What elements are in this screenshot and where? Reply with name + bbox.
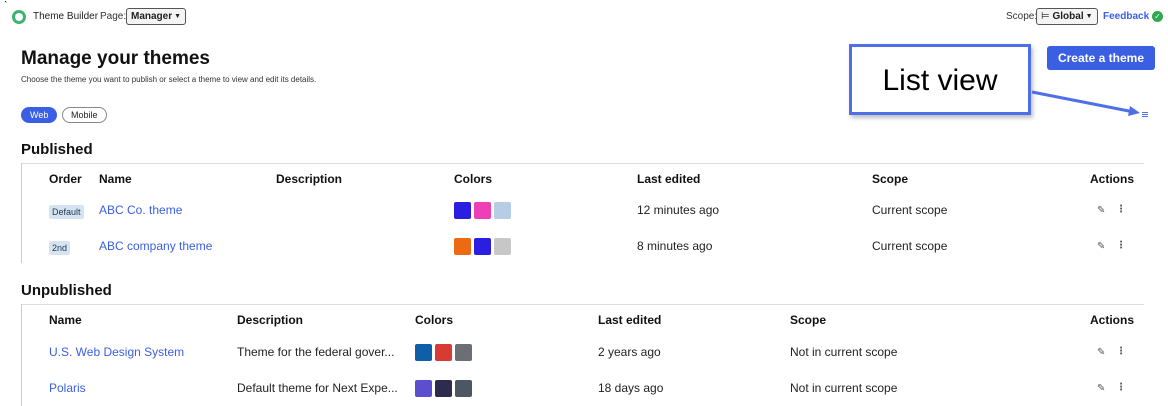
page-subtitle: Choose the theme you want to publish or … <box>21 75 317 84</box>
page-title: Manage your themes <box>21 48 210 69</box>
list-view-callout: List view <box>849 44 1031 115</box>
color-swatch <box>494 238 511 255</box>
last-edited: 2 years ago <box>598 345 661 359</box>
app-title: Theme Builder <box>33 11 99 22</box>
col-scope: Scope <box>872 172 909 186</box>
list-view-icon[interactable] <box>1142 112 1148 118</box>
published-title: Published <box>21 141 93 158</box>
order-badge: Default <box>49 205 84 219</box>
unpublished-table <box>21 304 1144 406</box>
col-order: Order <box>49 172 82 186</box>
more-options-icon[interactable]: ⋮ <box>1116 382 1126 393</box>
theme-name-link[interactable]: U.S. Web Design System <box>49 345 184 359</box>
col-actions: Actions <box>1090 172 1135 186</box>
page-select-value: Manager <box>131 11 173 22</box>
col-last-edited: Last edited <box>598 313 662 327</box>
page-select[interactable]: Manager ▼ <box>126 8 187 25</box>
app-logo-icon <box>12 10 26 24</box>
order-badge: 2nd <box>49 241 71 255</box>
scope-select-value: Global <box>1052 11 1084 22</box>
hierarchy-icon: ⊨ <box>1041 11 1053 22</box>
color-swatch <box>494 202 511 219</box>
unpublished-title: Unpublished <box>21 282 112 299</box>
tab-mobile[interactable]: Mobile <box>62 107 107 123</box>
last-edited: 12 minutes ago <box>637 203 720 217</box>
theme-description: Default theme for Next Expe... <box>237 381 398 395</box>
theme-description: Theme for the federal gover... <box>237 345 395 359</box>
theme-name-link[interactable]: Polaris <box>49 381 86 395</box>
top-bar: ˋ Theme Builder Page: Manager ▼ Scope: ⊨ … <box>0 0 1168 32</box>
feedback-link[interactable]: Feedback <box>1103 11 1149 22</box>
scope-value: Current scope <box>872 239 948 253</box>
col-description: Description <box>237 313 304 327</box>
edit-pencil-icon[interactable]: ✎ <box>1097 205 1105 216</box>
more-options-icon[interactable]: ⋮ <box>1116 204 1126 215</box>
col-scope: Scope <box>790 313 827 327</box>
color-swatch <box>474 202 491 219</box>
color-swatch <box>435 380 452 397</box>
color-swatch <box>415 380 432 397</box>
caret-down-icon: ▼ <box>174 13 182 20</box>
scope-select[interactable]: ⊨ Global ▼ <box>1036 8 1098 25</box>
caret-down-icon: ▼ <box>1085 13 1093 20</box>
col-colors: Colors <box>415 313 454 327</box>
more-options-icon[interactable]: ⋮ <box>1116 346 1126 357</box>
col-last-edited: Last edited <box>637 172 701 186</box>
scope-value: Not in current scope <box>790 381 898 395</box>
col-colors: Colors <box>454 172 493 186</box>
edit-pencil-icon[interactable]: ✎ <box>1097 347 1105 358</box>
scope-value: Current scope <box>872 203 948 217</box>
callout-text: List view <box>882 64 998 97</box>
color-swatch <box>455 344 472 361</box>
corner-mark: ˋ <box>4 0 8 12</box>
edit-pencil-icon[interactable]: ✎ <box>1097 383 1105 394</box>
theme-name-link[interactable]: ABC Co. theme <box>99 203 182 217</box>
col-name: Name <box>99 172 132 186</box>
tab-web[interactable]: Web <box>21 107 58 123</box>
scope-value: Not in current scope <box>790 345 898 359</box>
color-swatch <box>454 202 471 219</box>
color-swatch <box>454 238 471 255</box>
color-swatch <box>415 344 432 361</box>
page-label: Page: <box>100 11 127 22</box>
col-actions: Actions <box>1090 313 1135 327</box>
color-swatch <box>455 380 472 397</box>
scope-label: Scope: <box>1006 11 1038 22</box>
color-swatch <box>435 344 452 361</box>
callout-arrow <box>1031 90 1140 116</box>
col-name: Name <box>49 313 82 327</box>
color-swatch <box>474 238 491 255</box>
check-circle-icon: ✓ <box>1152 11 1163 22</box>
col-description: Description <box>276 172 343 186</box>
last-edited: 18 days ago <box>598 381 664 395</box>
edit-pencil-icon[interactable]: ✎ <box>1097 241 1105 252</box>
last-edited: 8 minutes ago <box>637 239 713 253</box>
more-options-icon[interactable]: ⋮ <box>1116 240 1126 251</box>
theme-name-link[interactable]: ABC company theme <box>99 239 212 253</box>
create-theme-button[interactable]: Create a theme <box>1047 46 1155 70</box>
